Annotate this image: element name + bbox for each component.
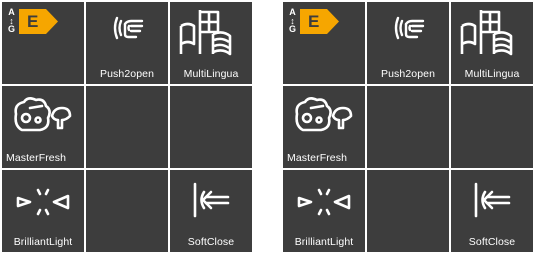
feature-masterfresh-tile[interactable]: MasterFresh xyxy=(2,86,84,168)
light-beam-icon xyxy=(297,186,351,220)
energy-scale: A ↕ G xyxy=(288,8,297,34)
feature-push2open-tile[interactable]: Push2open xyxy=(367,2,449,84)
flags-icon xyxy=(459,6,521,58)
flags-icon xyxy=(178,6,240,58)
energy-scale-bottom: G xyxy=(7,24,15,34)
feature-multilingua-label: MultiLingua xyxy=(464,68,520,80)
empty-tile xyxy=(367,86,449,168)
empty-tile xyxy=(86,86,168,168)
empty-tile xyxy=(170,86,252,168)
empty-tile xyxy=(451,86,533,168)
push-hand-icon xyxy=(111,12,147,44)
light-beam-icon xyxy=(16,186,70,220)
vegetables-cheese-icon xyxy=(12,94,74,134)
feature-softclose-tile[interactable]: SoftClose xyxy=(170,170,252,252)
feature-push2open-tile[interactable]: Push2open xyxy=(86,2,168,84)
energy-class-value: E xyxy=(308,12,320,31)
feature-softclose-label: SoftClose xyxy=(187,236,235,248)
vegetables-cheese-icon xyxy=(293,94,355,134)
feature-masterfresh-tile[interactable]: MasterFresh xyxy=(283,86,365,168)
feature-push2open-label: Push2open xyxy=(99,68,155,80)
feature-masterfresh-label: MasterFresh xyxy=(6,152,67,164)
empty-tile xyxy=(86,170,168,252)
energy-class-badge-icon xyxy=(300,9,339,34)
feature-brilliantlight-label: BrilliantLight xyxy=(13,236,73,248)
feature-brilliantlight-label: BrilliantLight xyxy=(294,236,354,248)
feature-brilliantlight-tile[interactable]: BrilliantLight xyxy=(283,170,365,252)
soft-close-arrow-icon xyxy=(192,180,232,220)
feature-masterfresh-label: MasterFresh xyxy=(287,152,348,164)
feature-push2open-label: Push2open xyxy=(380,68,436,80)
energy-scale: A ↕ G xyxy=(7,8,16,34)
energy-class-badge-icon xyxy=(19,9,58,34)
energy-label-tile[interactable]: A ↕ G E xyxy=(2,2,84,84)
feature-grid-right: A ↕ G E Push2open MultiLingua MasterFres… xyxy=(283,2,533,252)
feature-softclose-tile[interactable]: SoftClose xyxy=(451,170,533,252)
feature-softclose-label: SoftClose xyxy=(468,236,516,248)
feature-brilliantlight-tile[interactable]: BrilliantLight xyxy=(2,170,84,252)
energy-label-tile[interactable]: A ↕ G E xyxy=(283,2,365,84)
feature-multilingua-label: MultiLingua xyxy=(183,68,239,80)
feature-grid-left: A ↕ G E Push2open MultiLingua MasterFres… xyxy=(2,2,252,252)
energy-scale-bottom: G xyxy=(288,24,296,34)
energy-class-value: E xyxy=(27,12,39,31)
push-hand-icon xyxy=(392,12,428,44)
soft-close-arrow-icon xyxy=(473,180,513,220)
feature-multilingua-tile[interactable]: MultiLingua xyxy=(170,2,252,84)
feature-multilingua-tile[interactable]: MultiLingua xyxy=(451,2,533,84)
empty-tile xyxy=(367,170,449,252)
